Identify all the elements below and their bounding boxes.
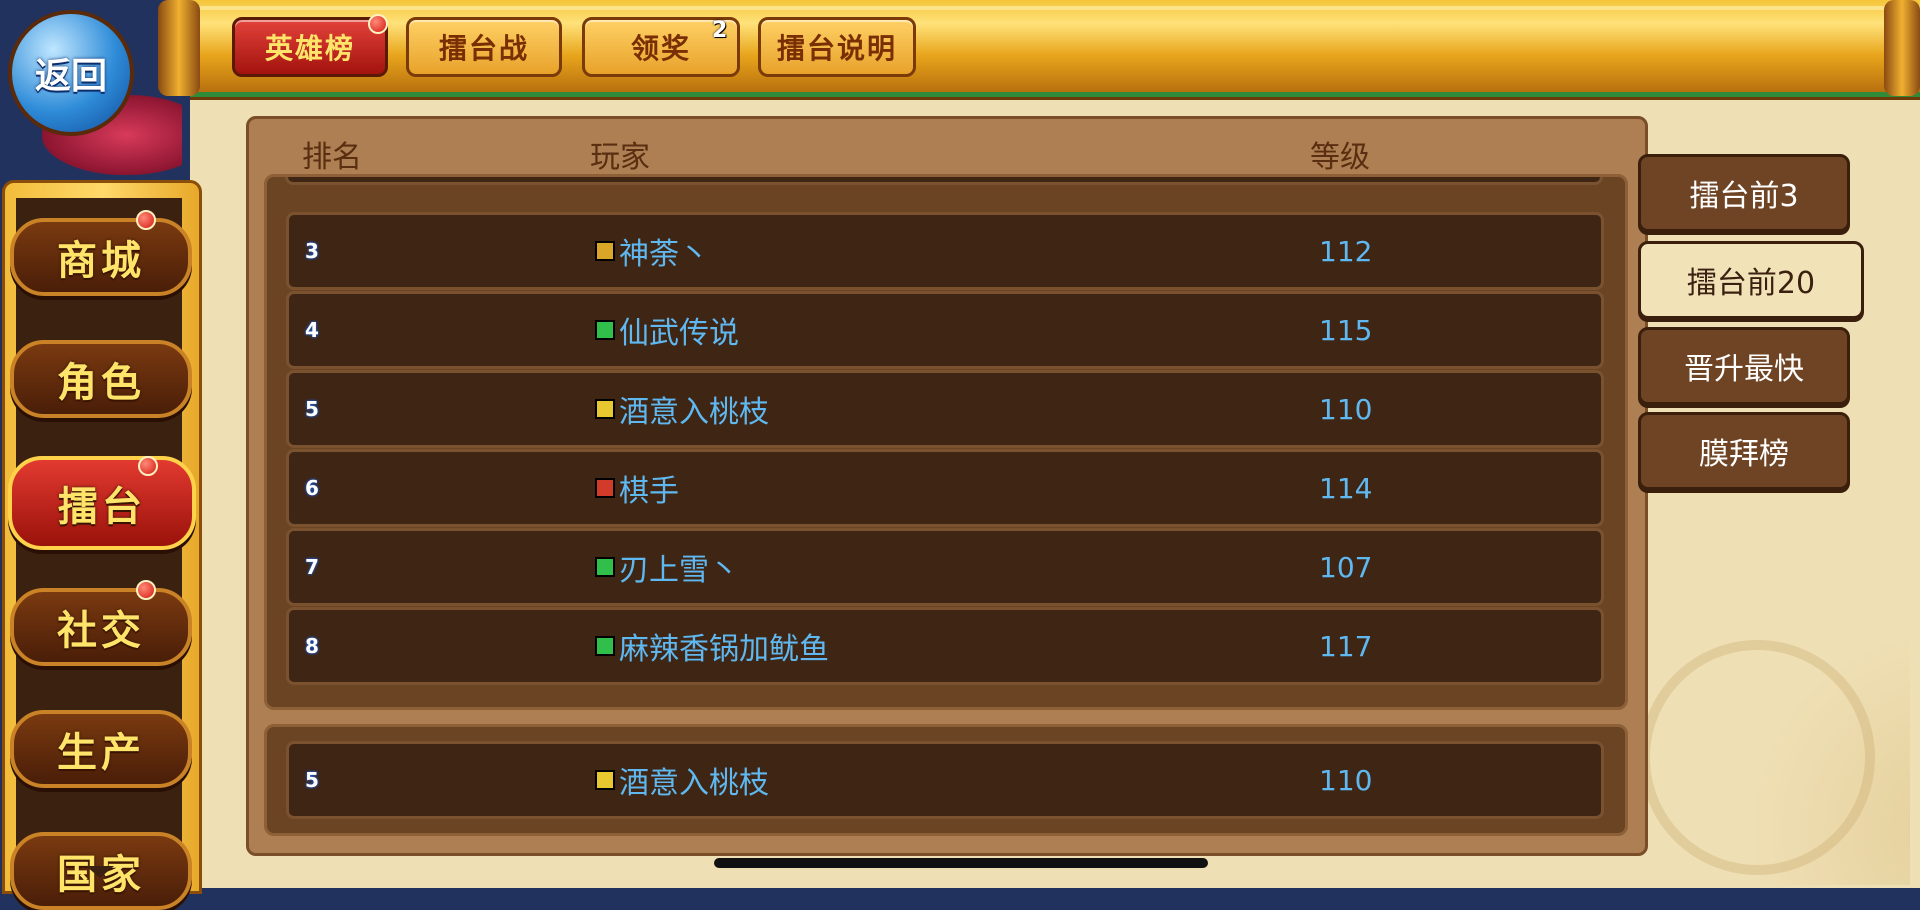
sidebar-item-label: 擂台	[58, 484, 146, 530]
sect-icon	[595, 399, 615, 419]
tab-label: 擂台前3	[1689, 179, 1799, 214]
player-level: 110	[1319, 763, 1373, 797]
rank-number: 7	[305, 555, 319, 579]
sect-icon	[595, 770, 615, 790]
player-name: 刃上雪丶	[619, 553, 739, 588]
sect-icon	[595, 478, 615, 498]
table-row[interactable]: 7 刃上雪丶 107	[286, 528, 1604, 606]
emblem-watermark	[1640, 640, 1875, 875]
tab-arena-rules-label: 擂台说明	[776, 32, 897, 65]
home-indicator[interactable]	[714, 858, 1208, 868]
sidebar-item-shop[interactable]: 商城	[10, 218, 192, 296]
tab-worship-rank[interactable]: 膜拜榜	[1638, 412, 1850, 490]
scroll-down-arrow-icon[interactable]	[86, 866, 114, 878]
tab-label: 晋升最快	[1684, 352, 1804, 387]
table-row[interactable]: 8 麻辣香锅加鱿鱼 117	[286, 607, 1604, 685]
tab-arena-rules[interactable]: 擂台说明	[758, 17, 916, 77]
player-level: 110	[1319, 392, 1373, 426]
sidebar-item-label: 商城	[57, 238, 145, 284]
header-player: 玩家	[590, 140, 650, 175]
rank-number: 8	[305, 634, 319, 658]
table-row-partial	[285, 177, 1603, 185]
player-level: 117	[1319, 629, 1373, 663]
reward-count-badge: 2	[712, 18, 728, 43]
sidebar-item-arena[interactable]: 擂台	[8, 456, 196, 550]
player-name-cell: 麻辣香锅加鱿鱼	[595, 610, 829, 682]
sidebar-item-label: 社交	[57, 608, 145, 654]
player-level: 114	[1319, 471, 1373, 505]
rank-number: 4	[305, 318, 319, 342]
tab-hero-rank-label: 英雄榜	[264, 32, 355, 65]
table-row[interactable]: 4 仙武传说 115	[286, 291, 1604, 369]
return-button[interactable]: 返回	[8, 10, 134, 136]
scroll-left-cap	[158, 0, 200, 96]
sidebar-item-social[interactable]: 社交	[10, 588, 192, 666]
sidebar-item-production[interactable]: 生产	[10, 710, 192, 788]
player-name-cell: 棋手	[595, 452, 679, 524]
my-rank-row[interactable]: 5 酒意入桃枝 110	[286, 741, 1604, 819]
rank-number: 5	[305, 397, 319, 421]
player-name: 酒意入桃枝	[619, 766, 769, 801]
tab-fastest-promotion[interactable]: 晋升最快	[1638, 327, 1850, 405]
sect-icon	[595, 320, 615, 340]
player-name: 麻辣香锅加鱿鱼	[619, 632, 829, 667]
player-name: 仙武传说	[619, 316, 739, 351]
tab-arena-battle[interactable]: 擂台战	[406, 17, 562, 77]
notification-dot	[136, 580, 156, 600]
player-level: 107	[1319, 550, 1373, 584]
player-level: 112	[1319, 234, 1373, 268]
tab-hero-rank[interactable]: 英雄榜	[232, 17, 388, 77]
sect-icon	[595, 241, 615, 261]
tab-arena-top3[interactable]: 擂台前3	[1638, 154, 1850, 232]
player-name-cell: 刃上雪丶	[595, 531, 739, 603]
tab-label: 擂台前20	[1686, 266, 1816, 301]
tab-label: 膜拜榜	[1699, 437, 1789, 472]
tab-arena-top20[interactable]: 擂台前20	[1638, 241, 1864, 319]
player-name: 神荼丶	[619, 237, 709, 272]
sidebar-item-label: 角色	[57, 360, 145, 406]
tab-arena-battle-label: 擂台战	[438, 32, 529, 65]
sidebar-item-label: 生产	[57, 730, 145, 776]
notification-dot	[138, 456, 158, 476]
rank-number: 5	[305, 768, 319, 792]
sidebar-item-character[interactable]: 角色	[10, 340, 192, 418]
scroll-right-cap	[1884, 0, 1920, 96]
player-name-cell: 仙武传说	[595, 294, 739, 366]
player-name-cell: 神荼丶	[595, 215, 709, 287]
player-name: 棋手	[619, 474, 679, 509]
player-name-cell: 酒意入桃枝	[595, 744, 769, 816]
header-rank: 排名	[302, 140, 362, 175]
sect-icon	[595, 557, 615, 577]
notification-dot	[136, 210, 156, 230]
tab-claim-reward-label: 领奖	[630, 32, 691, 65]
table-row[interactable]: 5 酒意入桃枝 110	[286, 370, 1604, 448]
table-row[interactable]: 3 神荼丶 112	[286, 212, 1604, 290]
header-level: 等级	[1310, 140, 1370, 175]
rank-number: 6	[305, 476, 319, 500]
player-name: 酒意入桃枝	[619, 395, 769, 430]
sect-icon	[595, 636, 615, 656]
table-row[interactable]: 6 棋手 114	[286, 449, 1604, 527]
return-button-label: 返回	[34, 56, 107, 97]
player-level: 115	[1319, 313, 1373, 347]
rank-number: 3	[305, 239, 319, 263]
player-name-cell: 酒意入桃枝	[595, 373, 769, 445]
notification-dot	[368, 14, 388, 34]
